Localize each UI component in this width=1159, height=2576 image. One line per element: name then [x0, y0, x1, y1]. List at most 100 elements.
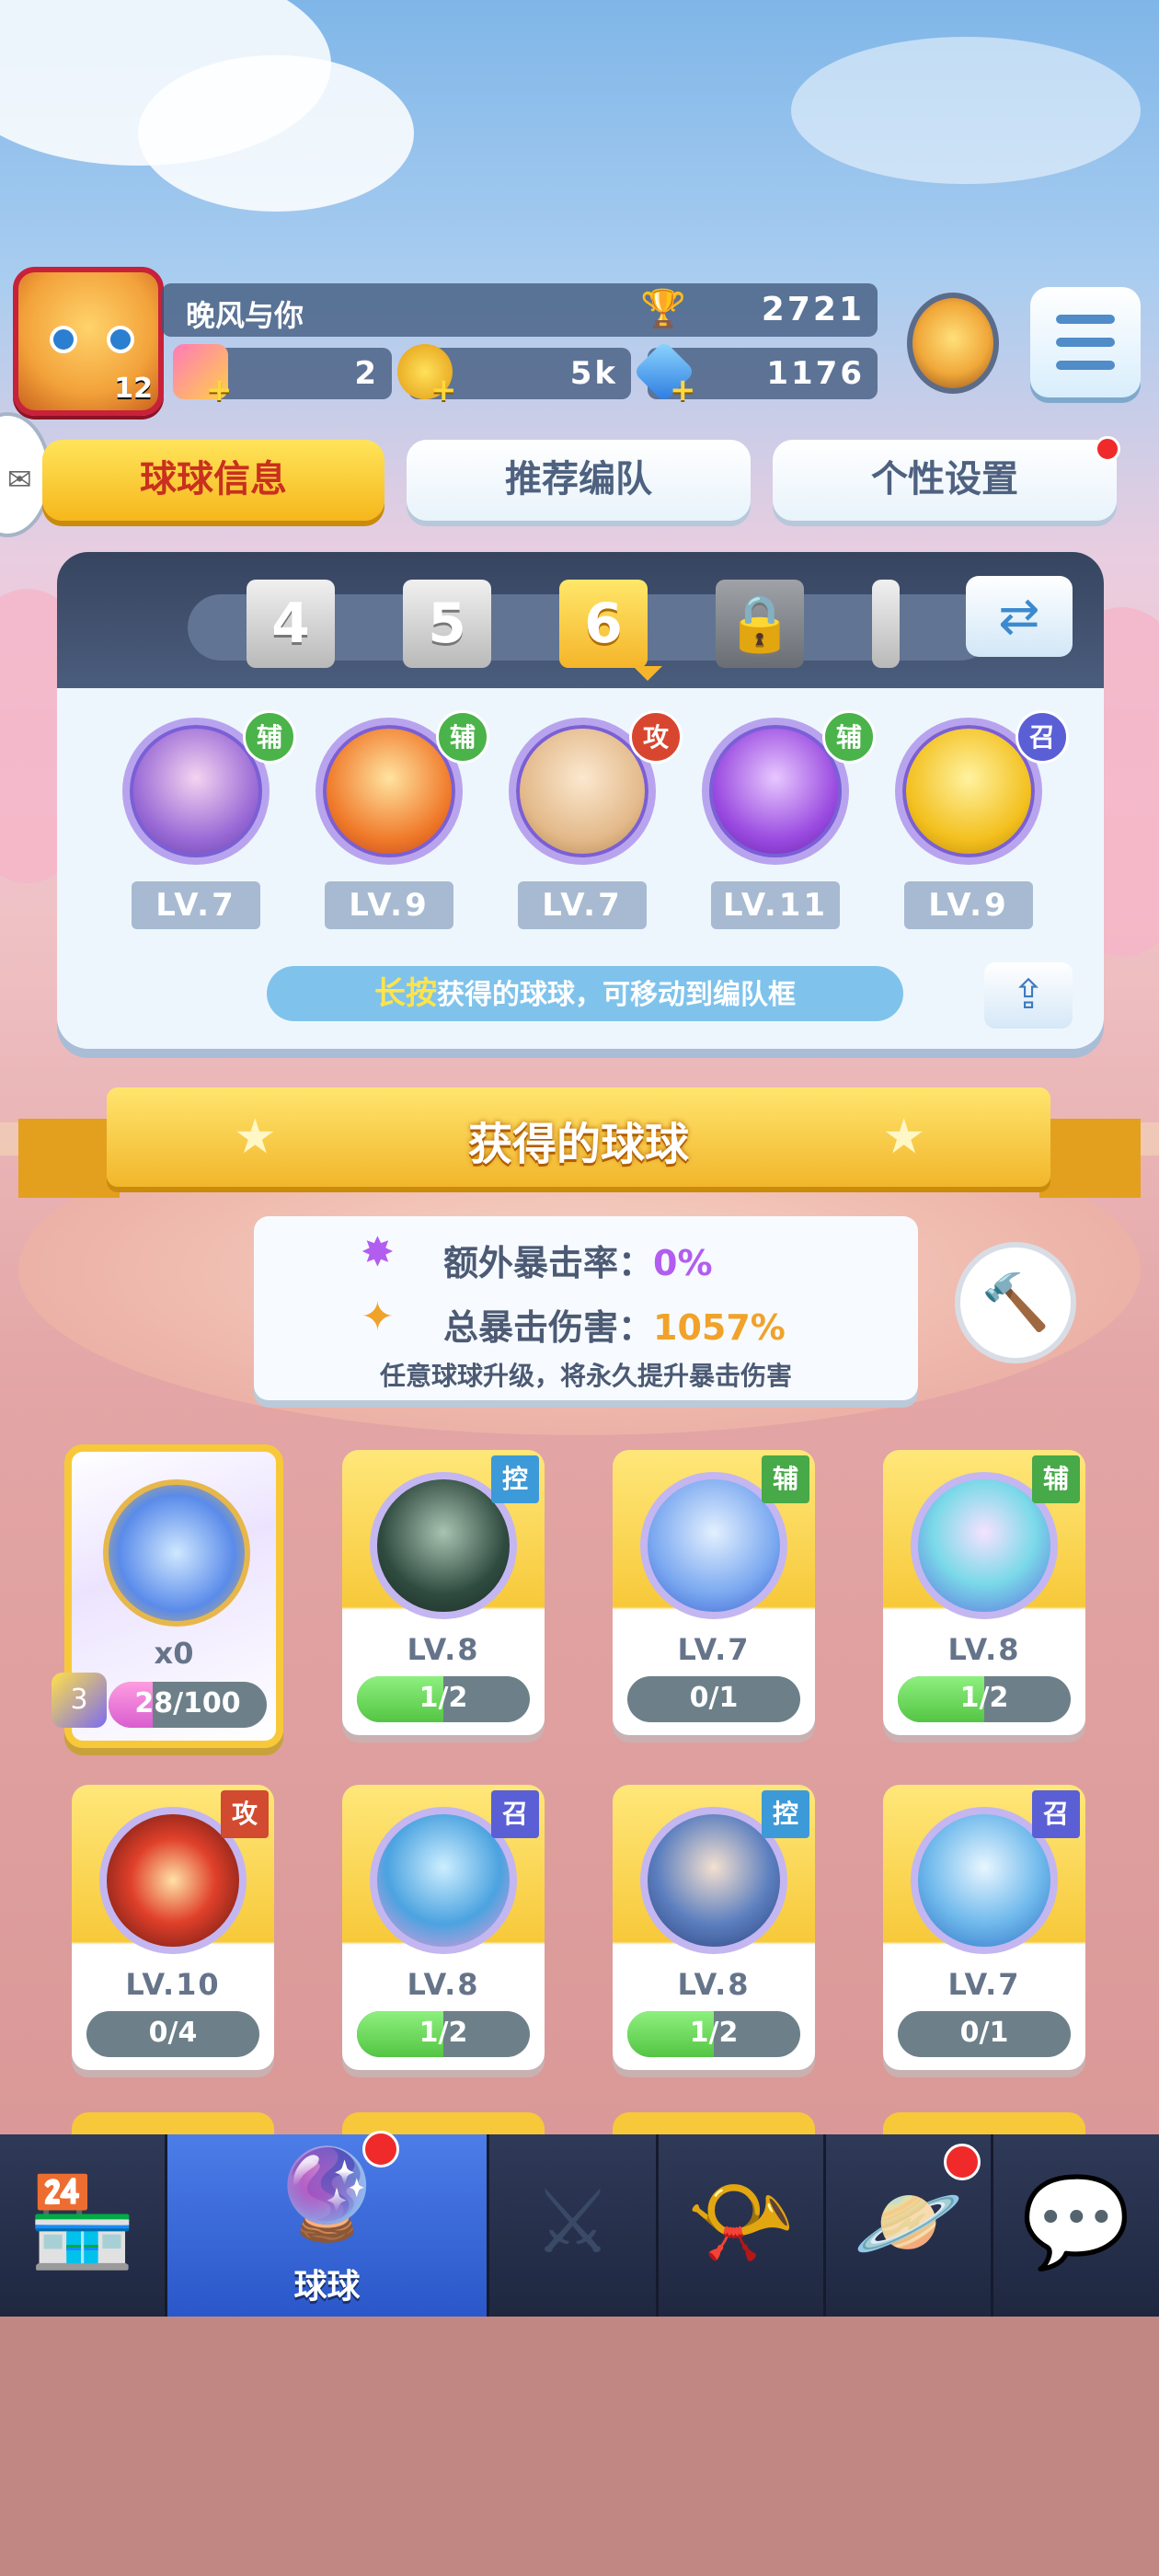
role-badge: 辅	[243, 710, 296, 764]
gem-resource[interactable]: + 1176	[633, 340, 878, 408]
player-avatar[interactable]: 12	[13, 267, 164, 416]
card-progress: 1/2	[627, 2011, 800, 2057]
team-ball-3[interactable]: 攻 LV.7	[504, 710, 683, 929]
ball-level: LV.11	[711, 881, 840, 929]
banner-ribbon-right	[1039, 1119, 1141, 1198]
role-tag: 辅	[1032, 1455, 1080, 1503]
ball-card[interactable]: 召 LV.7 0/1	[883, 1785, 1085, 2070]
role-tag: 控	[491, 1455, 539, 1503]
ball-card[interactable]: 控 LV.8 1/2	[613, 1785, 815, 2070]
ball-card[interactable]: 控 LV.8 1/2	[342, 1450, 545, 1735]
player-name: 晚风与你	[186, 298, 304, 333]
card-level: LV.8	[407, 1632, 480, 1667]
obtained-balls-banner: ★ 获得的球球 ★	[107, 1087, 1050, 1187]
team-slot-5[interactable]: 5	[403, 580, 491, 668]
trophy-icon: 🏆	[640, 288, 686, 330]
add-gem-icon[interactable]: +	[670, 372, 696, 408]
tab-recommended-team[interactable]: 推荐编队	[407, 440, 751, 521]
team-slot-locked[interactable]: 🔒	[716, 580, 804, 668]
card-level: LV.10	[125, 1967, 221, 2002]
team-slot-6[interactable]: 6	[559, 580, 648, 668]
ball-level: LV.9	[325, 881, 453, 929]
universal-ball-count: x0	[154, 1636, 194, 1671]
card-progress: 0/4	[86, 2011, 259, 2057]
swap-button[interactable]: ⇄	[966, 576, 1073, 657]
share-button[interactable]: ⇪	[984, 962, 1073, 1029]
menu-button[interactable]	[1030, 287, 1141, 397]
rank-medal-icon[interactable]	[907, 293, 999, 394]
ball-card[interactable]: 辅 LV.7 0/1	[613, 1450, 815, 1735]
add-ticket-icon[interactable]: +	[206, 372, 233, 408]
ball-card-peek[interactable]	[342, 2112, 545, 2134]
role-tag: 攻	[221, 1790, 269, 1838]
ball-card[interactable]: 召 LV.8 1/2	[342, 1785, 545, 2070]
shop-icon: 🏪	[27, 2170, 138, 2273]
role-tag: 召	[491, 1790, 539, 1838]
ball-card-peek[interactable]	[883, 2112, 1085, 2134]
role-tag: 控	[762, 1790, 809, 1838]
ball-level: LV.9	[904, 881, 1033, 929]
coin-resource[interactable]: + 5k	[397, 344, 631, 408]
universal-ball-card[interactable]: x0 28/100 3	[52, 1444, 283, 1748]
team-slot-4[interactable]: 4	[247, 580, 335, 668]
crit-damage-icon: ✦	[361, 1294, 395, 1340]
nav-battle[interactable]: ⚔	[489, 2134, 659, 2317]
team-panel: 4 5 6 🔒 ⇄ 辅 LV.7 辅 LV.9 攻 LV.7 辅 LV.11 召…	[57, 552, 1104, 1049]
add-coin-icon[interactable]: +	[430, 372, 457, 408]
tab-personal-settings[interactable]: 个性设置	[773, 440, 1117, 521]
progress-text: 1/2	[419, 2017, 468, 2049]
progress-text: 1/2	[419, 1682, 468, 1714]
progress-text: 1/2	[959, 1682, 1009, 1714]
hint-highlight: 长按	[374, 975, 437, 1012]
universal-ball-icon	[103, 1479, 250, 1627]
ball-card[interactable]: 攻 LV.10 0/4	[72, 1785, 274, 2070]
role-tag: 辅	[762, 1455, 809, 1503]
ball-level: LV.7	[132, 881, 260, 929]
card-progress: 0/1	[627, 1676, 800, 1722]
menu-line	[1056, 338, 1115, 347]
lock-icon: 🔒	[725, 592, 795, 656]
ball-level: LV.7	[518, 881, 647, 929]
share-icon: ⇪	[1011, 972, 1046, 1018]
team-ball-1[interactable]: 辅 LV.7	[118, 710, 296, 929]
tab-ball-info[interactable]: 球球信息	[42, 440, 384, 521]
hint-text: 获得的球球，可移动到编队框	[437, 979, 796, 1011]
ball-card[interactable]: 辅 LV.8 1/2	[883, 1450, 1085, 1735]
role-tag: 召	[1032, 1790, 1080, 1838]
puzzle-icon: 3	[52, 1673, 107, 1728]
team-ball-2[interactable]: 辅 LV.9	[311, 710, 489, 929]
team-slot-partial[interactable]	[872, 580, 900, 668]
nav-shop[interactable]: 🏪	[0, 2134, 167, 2317]
cloud	[791, 37, 1141, 184]
ball-card-peek[interactable]	[72, 2112, 274, 2134]
notification-dot	[362, 2131, 399, 2168]
progress-text: 28/100	[134, 1687, 241, 1719]
ticket-resource[interactable]: + 2	[173, 344, 392, 408]
hammer-icon: 🔨	[981, 1271, 1050, 1335]
nav-whistle[interactable]: 📯	[659, 2134, 826, 2317]
ticket-count: 2	[354, 355, 379, 392]
card-level: LV.8	[677, 1967, 751, 2002]
nav-chat[interactable]: 💬	[993, 2134, 1159, 2317]
gem-count: 1176	[766, 355, 865, 392]
notification-dot	[1095, 436, 1120, 462]
crit-rate-icon: ✸	[361, 1229, 395, 1276]
progress-text: 0/1	[959, 2017, 1009, 2049]
puzzle-level: 3	[70, 1684, 88, 1716]
ball-card-peek[interactable]	[613, 2112, 815, 2134]
team-ball-4[interactable]: 辅 LV.11	[697, 710, 876, 929]
card-progress: 1/2	[357, 1676, 530, 1722]
progress-text: 1/2	[689, 2017, 739, 2049]
notification-dot	[944, 2144, 981, 2180]
menu-line	[1056, 361, 1115, 370]
player-name-bar: 晚风与你 🏆 2721	[162, 283, 878, 337]
team-ball-5[interactable]: 召 LV.9	[890, 710, 1069, 929]
crit-rate-value: 0%	[653, 1243, 713, 1283]
nav-balls[interactable]: 🔮 球球	[167, 2131, 489, 2317]
nav-planet[interactable]: 🪐	[826, 2134, 993, 2317]
crossed-swords-icon: ⚔	[533, 2170, 613, 2273]
card-progress: 1/2	[898, 1676, 1071, 1722]
mail-icon: ✉	[7, 462, 32, 497]
hammer-button[interactable]: 🔨	[955, 1242, 1076, 1363]
card-level: LV.8	[407, 1967, 480, 2002]
